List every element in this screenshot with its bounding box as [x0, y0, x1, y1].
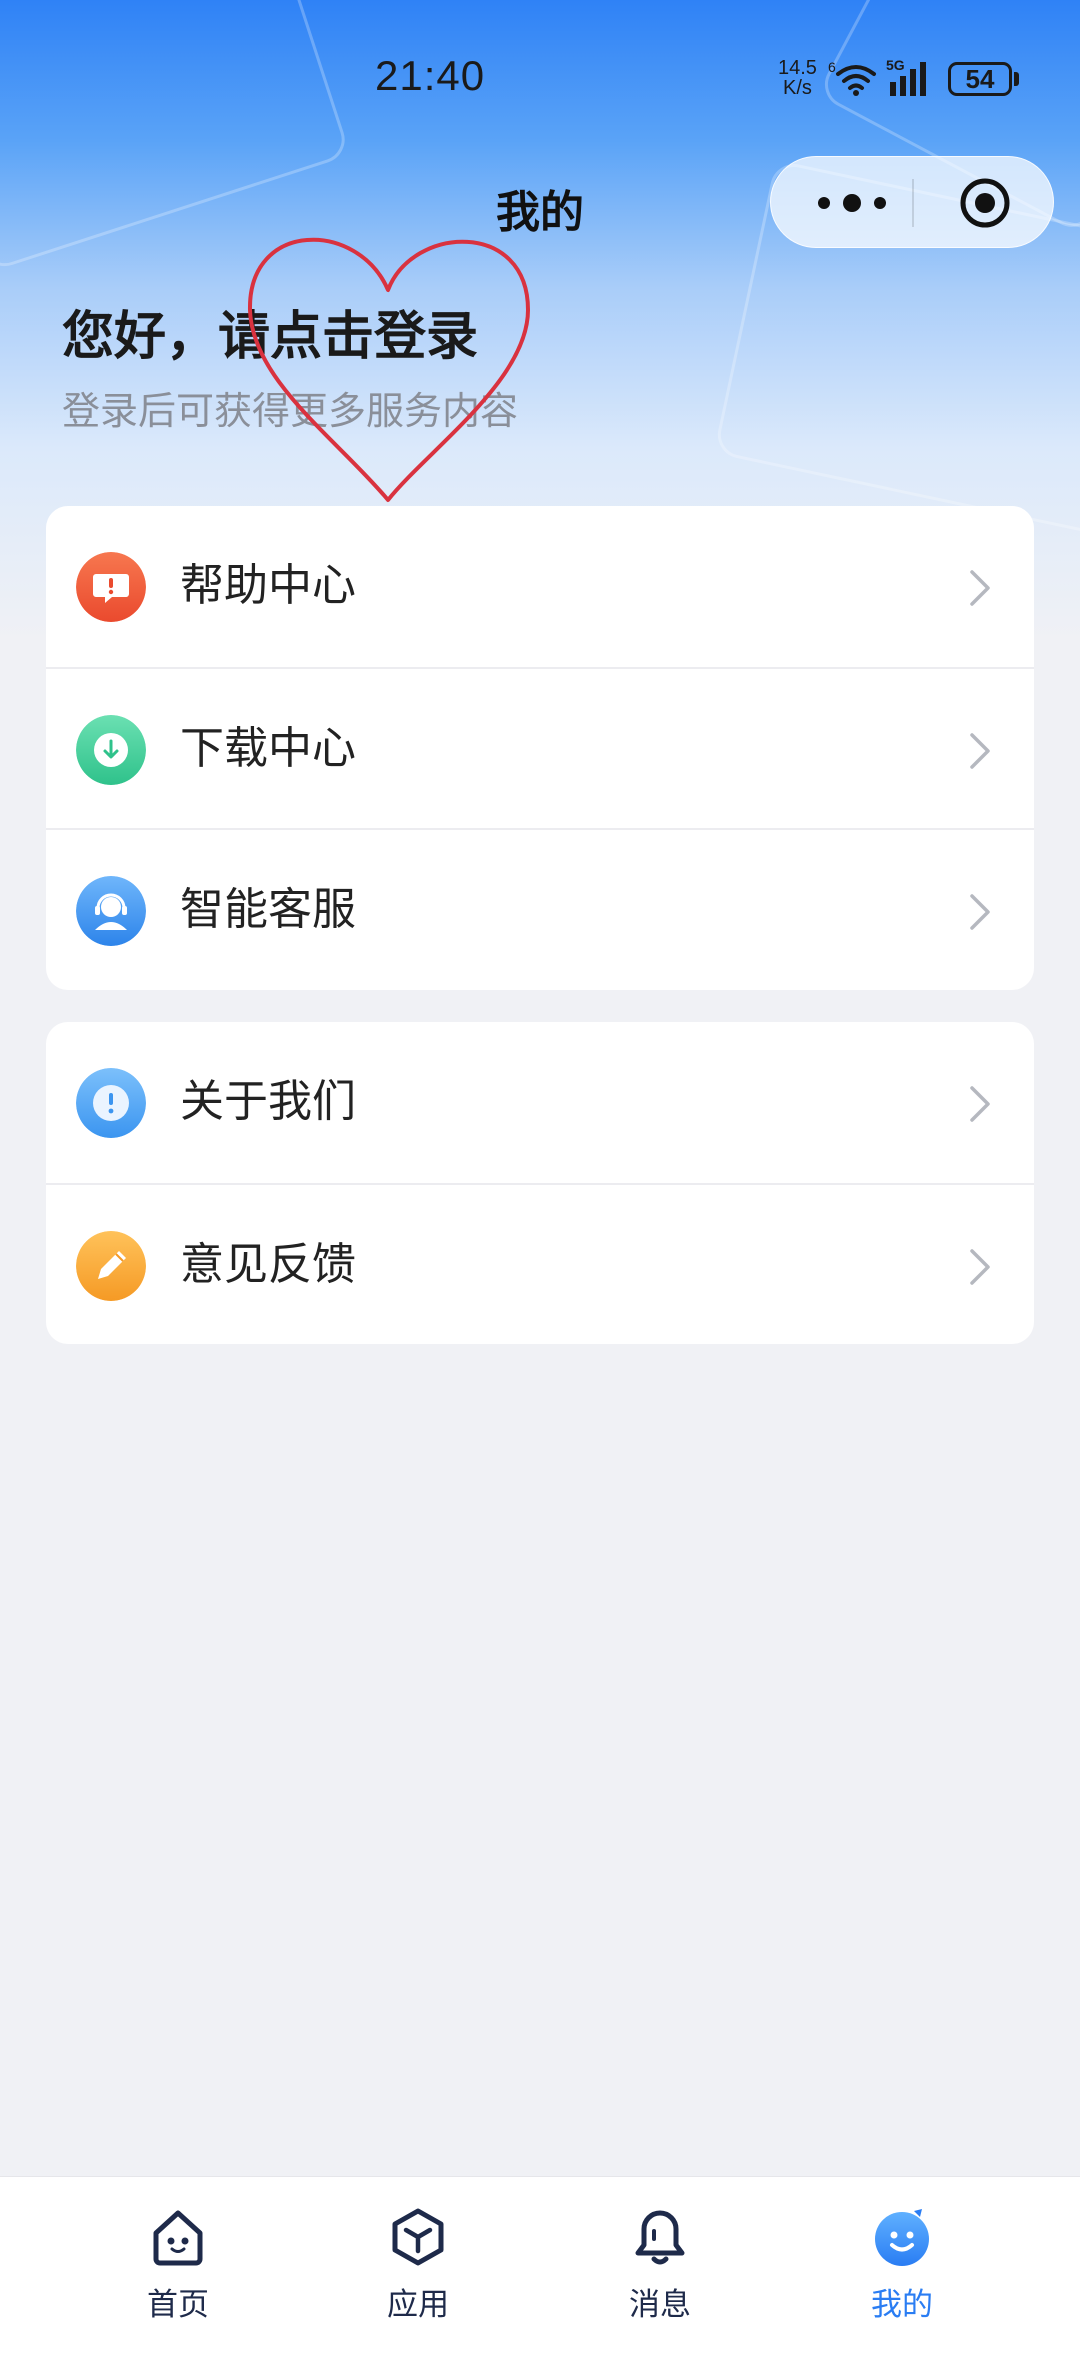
chevron-right-icon [970, 1249, 990, 1285]
wifi-label: 6 [828, 59, 836, 75]
network-speed: 14.5 K/s [778, 58, 817, 98]
status-time: 21:40 [375, 52, 486, 99]
tab-apps[interactable]: 应用 [338, 2205, 498, 2345]
menu-item-download-center[interactable]: 下载中心 [46, 667, 1034, 828]
menu-item-help-center[interactable]: 帮助中心 [46, 506, 1034, 667]
menu-item-label: 关于我们 [180, 1076, 356, 1127]
login-subtitle: 登录后可获得更多服务内容 [62, 389, 519, 433]
menu-card-services: 帮助中心 下载中心 智能客服 [46, 506, 1034, 990]
chevron-right-icon [970, 1086, 990, 1122]
tab-label: 首页 [147, 2287, 209, 2323]
menu-item-label: 帮助中心 [180, 560, 356, 611]
cellular-signal-icon: 5G [886, 58, 926, 96]
menu-item-about-us[interactable]: 关于我们 [46, 1022, 1034, 1183]
profile-face-icon [875, 2209, 929, 2266]
more-dots-icon[interactable] [809, 183, 895, 223]
help-icon [76, 552, 146, 622]
menu-item-smart-support[interactable]: 智能客服 [46, 828, 1034, 989]
miniprogram-capsule [770, 156, 1054, 248]
download-icon [76, 715, 146, 785]
menu-item-label: 下载中心 [180, 723, 356, 774]
menu-item-label: 意见反馈 [180, 1239, 356, 1290]
bell-icon [635, 2210, 685, 2265]
target-circle-icon[interactable] [957, 175, 1013, 231]
tab-messages[interactable]: 消息 [580, 2205, 740, 2345]
login-prompt[interactable]: 您好，请点击登录 [62, 294, 478, 369]
chevron-right-icon [970, 570, 990, 606]
tab-mine[interactable]: 我的 [822, 2205, 982, 2345]
signal-label: 5G [886, 58, 905, 73]
tab-label: 应用 [387, 2287, 449, 2323]
feedback-icon [76, 1231, 146, 1301]
menu-card-about: 关于我们 意见反馈 [46, 1022, 1034, 1344]
menu-item-feedback[interactable]: 意见反馈 [46, 1183, 1034, 1344]
menu-item-label: 智能客服 [180, 884, 356, 935]
home-icon [153, 2210, 203, 2266]
tab-label: 消息 [629, 2287, 691, 2323]
network-speed-unit: K/s [783, 77, 812, 99]
customer-service-icon [76, 876, 146, 946]
status-bar: 21:40 14.5 K/s 6 5G 54 [0, 0, 1080, 160]
battery-tip [1014, 72, 1019, 86]
chevron-right-icon [970, 733, 990, 769]
bottom-tab-bar: 首页 应用 消息 我的 [0, 2176, 1080, 2376]
battery-indicator: 54 [948, 62, 1012, 96]
about-icon [76, 1068, 146, 1138]
chevron-right-icon [970, 894, 990, 930]
network-speed-value: 14.5 [778, 57, 817, 79]
wifi-icon: 6 [828, 59, 876, 96]
tab-label: 我的 [871, 2287, 933, 2323]
apps-icon [392, 2208, 444, 2266]
capsule-divider [912, 179, 914, 227]
tab-home[interactable]: 首页 [98, 2205, 258, 2345]
